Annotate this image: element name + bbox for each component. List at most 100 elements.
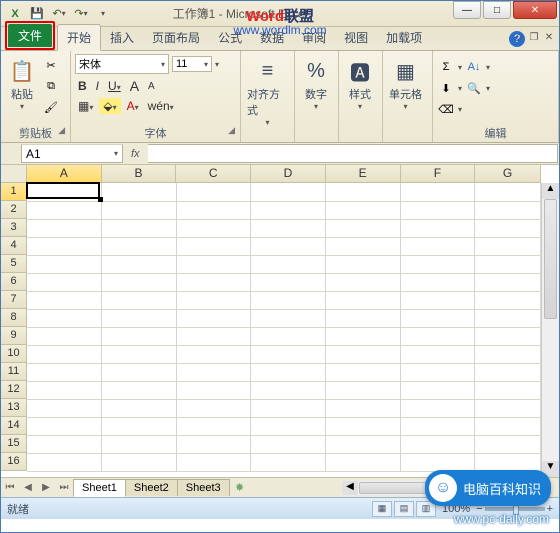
cells-label: 单元格 (389, 86, 422, 102)
group-cells: ▦ 单元格 ▾ (383, 51, 433, 142)
row-header-6[interactable]: 6 (1, 273, 27, 291)
row-header-4[interactable]: 4 (1, 237, 27, 255)
column-header-B[interactable]: B (102, 165, 177, 183)
group-alignment-label (245, 129, 290, 143)
view-page-layout-icon[interactable]: ▤ (394, 501, 414, 517)
italic-button[interactable]: I (93, 78, 102, 94)
group-number-label (299, 128, 334, 142)
copy-icon[interactable]: ⧉ (42, 77, 60, 95)
new-sheet-icon[interactable]: ✸ (229, 481, 251, 494)
name-box-value: A1 (26, 147, 41, 161)
tab-view[interactable]: 视图 (335, 25, 377, 50)
sort-filter-icon[interactable]: A↓ (465, 58, 483, 76)
row-header-15[interactable]: 15 (1, 435, 27, 453)
sheet-nav-last-icon[interactable]: ⏭ (55, 482, 73, 493)
font-size-combo[interactable]: 11▾ (172, 56, 212, 72)
tab-review[interactable]: 审阅 (293, 25, 335, 50)
clear-icon[interactable]: ⌫ (437, 100, 455, 118)
active-cell[interactable] (26, 182, 100, 199)
format-painter-icon[interactable]: 🖌 (42, 98, 60, 116)
view-normal-icon[interactable]: ▦ (372, 501, 392, 517)
number-format-button[interactable]: % 数字 ▾ (299, 54, 333, 113)
alignment-button[interactable]: ≡ 对齐方式 ▾ (245, 54, 290, 129)
file-tab[interactable]: 文件 (8, 24, 52, 47)
fx-icon[interactable]: fx (123, 143, 148, 164)
bold-button[interactable]: B (75, 78, 90, 94)
scroll-left-icon[interactable]: ◀ (342, 481, 358, 495)
scroll-up-icon[interactable]: ▲ (542, 183, 559, 199)
column-header-F[interactable]: F (401, 165, 476, 183)
close-button[interactable]: ✕ (513, 1, 557, 19)
tab-formulas[interactable]: 公式 (209, 25, 251, 50)
cut-icon[interactable]: ✂ (42, 56, 60, 74)
fill-icon[interactable]: ⬇ (437, 79, 455, 97)
redo-icon[interactable]: ↷▾ (71, 4, 91, 24)
row-header-14[interactable]: 14 (1, 417, 27, 435)
qat-customize-icon[interactable]: ▾ (93, 4, 113, 24)
increase-font-button[interactable]: A (127, 77, 142, 95)
formula-bar[interactable] (148, 144, 558, 163)
sheet-tab-sheet2[interactable]: Sheet2 (125, 479, 178, 496)
styles-button[interactable]: 🅰 样式 ▾ (343, 54, 377, 113)
cells-area[interactable] (27, 183, 541, 477)
tab-addins[interactable]: 加载项 (377, 25, 431, 50)
row-header-10[interactable]: 10 (1, 345, 27, 363)
font-size-stepper[interactable]: ▾ (215, 60, 219, 69)
ribbon-minimize-icon[interactable]: ◇ (513, 31, 525, 43)
row-header-13[interactable]: 13 (1, 399, 27, 417)
minimize-button[interactable]: — (453, 1, 481, 19)
clipboard-icon: 📋 (7, 56, 37, 86)
tab-data[interactable]: 数据 (251, 25, 293, 50)
doc-close-icon[interactable]: ✕ (543, 31, 555, 43)
tab-home[interactable]: 开始 (57, 24, 101, 51)
sheet-tab-sheet1[interactable]: Sheet1 (73, 479, 126, 497)
paste-button[interactable]: 📋 粘贴 ▾ (5, 54, 39, 113)
select-all-corner[interactable] (1, 165, 27, 183)
autosum-icon[interactable]: Σ (437, 58, 455, 76)
column-headers: ABCDEFG (27, 165, 541, 183)
window-controls: — □ ✕ (451, 1, 557, 19)
column-header-A[interactable]: A (27, 165, 102, 183)
decrease-font-button[interactable]: A (145, 80, 158, 93)
sheet-nav-first-icon[interactable]: ⏮ (1, 482, 19, 493)
fill-color-button[interactable]: ⬙▾ (99, 98, 120, 114)
fill-handle[interactable] (98, 197, 103, 202)
row-header-1[interactable]: 1 (1, 183, 27, 201)
group-editing-label: 编辑 (437, 124, 554, 142)
zoom-slider[interactable] (485, 507, 545, 511)
border-button[interactable]: ▦▾ (75, 98, 96, 114)
doc-restore-icon[interactable]: ❐ (528, 31, 540, 43)
vertical-scrollbar[interactable]: ▲ ▼ (541, 183, 559, 477)
status-text: 就绪 (7, 501, 29, 517)
clipboard-launcher-icon[interactable]: ◢ (58, 125, 65, 136)
column-header-E[interactable]: E (326, 165, 401, 183)
row-header-2[interactable]: 2 (1, 201, 27, 219)
row-header-11[interactable]: 11 (1, 363, 27, 381)
column-header-C[interactable]: C (176, 165, 251, 183)
group-editing: Σ▾ A↓▾ ⬇▾ 🔍▾ ⌫▾ 编辑 (433, 51, 559, 142)
tab-page-layout[interactable]: 页面布局 (143, 25, 209, 50)
underline-button[interactable]: U▾ (105, 78, 124, 94)
sheet-nav-prev-icon[interactable]: ◀ (19, 482, 37, 493)
row-header-3[interactable]: 3 (1, 219, 27, 237)
row-header-8[interactable]: 8 (1, 309, 27, 327)
column-header-G[interactable]: G (475, 165, 541, 183)
sheet-tab-sheet3[interactable]: Sheet3 (177, 479, 230, 496)
row-header-5[interactable]: 5 (1, 255, 27, 273)
column-header-D[interactable]: D (251, 165, 326, 183)
row-header-7[interactable]: 7 (1, 291, 27, 309)
maximize-button[interactable]: □ (483, 1, 511, 19)
find-icon[interactable]: 🔍 (465, 79, 483, 97)
sheet-nav-next-icon[interactable]: ▶ (37, 482, 55, 493)
row-header-16[interactable]: 16 (1, 453, 27, 471)
font-color-button[interactable]: A▾ (124, 98, 142, 114)
phonetic-button[interactable]: wén▾ (145, 98, 177, 114)
row-header-12[interactable]: 12 (1, 381, 27, 399)
tab-insert[interactable]: 插入 (101, 25, 143, 50)
scroll-thumb-vertical[interactable] (544, 199, 557, 319)
name-box[interactable]: A1▾ (21, 144, 123, 163)
row-header-9[interactable]: 9 (1, 327, 27, 345)
cells-button[interactable]: ▦ 单元格 ▾ (387, 54, 424, 113)
font-family-combo[interactable]: 宋体▾ (75, 54, 169, 74)
font-launcher-icon[interactable]: ◢ (228, 125, 235, 136)
